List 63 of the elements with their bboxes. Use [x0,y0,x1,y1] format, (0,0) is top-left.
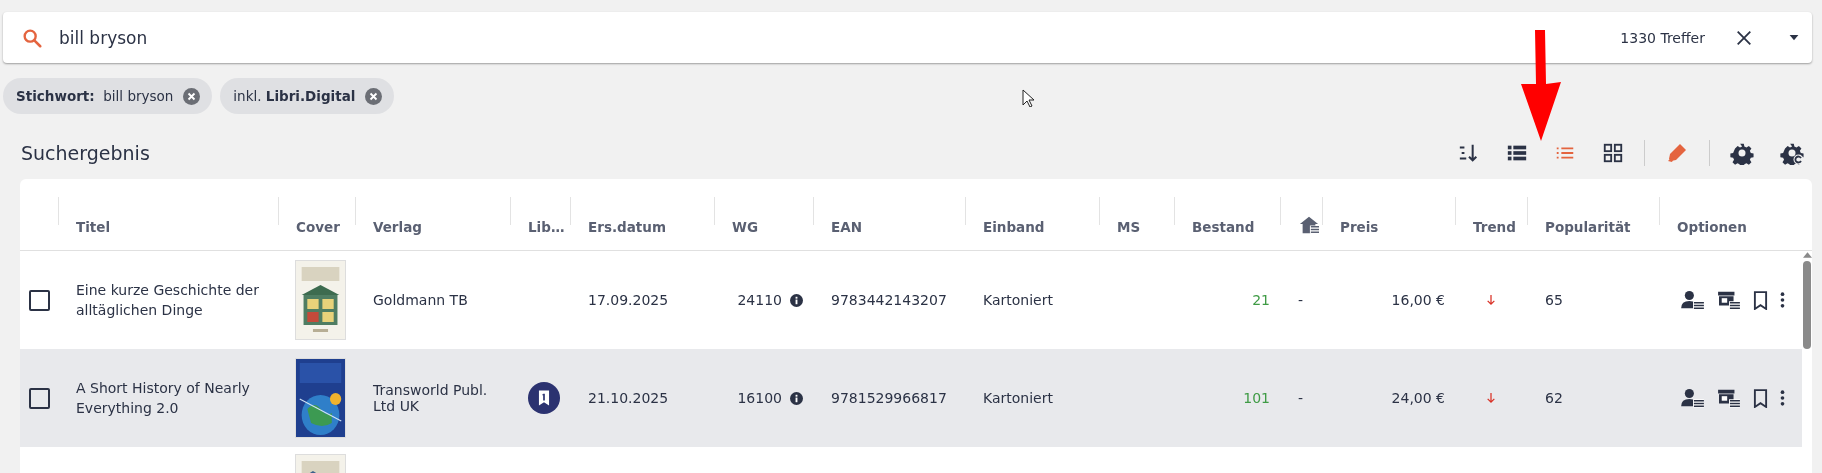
grid-view-icon [1602,142,1624,164]
stock-count: 21 [1252,292,1270,308]
column-header[interactable]: Ers.datum [588,219,666,235]
remove-icon[interactable] [183,87,201,105]
settings-icon [1730,141,1754,165]
release-date: 21.10.2025 [588,390,669,406]
ean-number: 9781529966817 [831,390,947,406]
popularity-score: 62 [1545,390,1563,406]
more-icon[interactable] [1780,291,1785,309]
store-stock: - [1298,292,1304,308]
search-field[interactable]: bill bryson 1330 Treffer [3,12,1812,63]
store-stock-icon [1298,215,1320,235]
book-title[interactable]: Eine kurze Geschichte der alltäglichen Dinge [76,279,268,321]
stock-count: 101 [1243,390,1270,406]
search-value: bill bryson [59,27,149,48]
column-header[interactable]: EAN [831,219,862,235]
info-icon[interactable] [790,391,803,405]
ean-number: 9783442143207 [831,292,947,308]
more-icon[interactable] [1780,389,1785,407]
column-header[interactable]: Einband [983,219,1045,235]
book-title[interactable]: A Short History of Nearly Everything 2.0 [76,377,268,419]
binding-type: Kartoniert [983,292,1053,308]
column-header[interactable]: Lib… [528,219,565,235]
close-icon[interactable] [1735,28,1753,47]
column-header[interactable]: Verlag [373,219,422,235]
store-stock: - [1298,390,1304,406]
price: 24,00 € [1391,390,1445,406]
column-header[interactable]: MS [1117,219,1141,235]
scroll-up-icon[interactable] [1802,252,1812,258]
filter-chip[interactable]: Stichwort: bill bryson [3,78,213,114]
filter-chip[interactable]: inkl. Libri.Digital [220,78,395,114]
column-header[interactable]: Preis [1340,219,1379,235]
store-list-icon[interactable] [1717,388,1741,408]
release-date: 17.09.2025 [588,292,669,308]
price: 16,00 € [1391,292,1445,308]
person-list-icon[interactable] [1681,388,1705,408]
caret-icon[interactable] [1788,34,1800,41]
settings-reset-icon [1780,141,1804,165]
person-list-icon[interactable] [1681,290,1705,310]
remove-icon[interactable] [365,87,383,105]
row-checkbox[interactable] [28,387,50,409]
store-list-icon[interactable] [1717,290,1741,310]
column-header[interactable]: Optionen [1677,219,1747,235]
section-title: Suchergebnis [21,142,150,164]
hit-count: 1330 Treffer [1620,29,1705,46]
binding-type: Kartoniert [983,390,1053,406]
sort-icon [1458,142,1480,164]
popularity-score: 65 [1545,292,1563,308]
cursor-icon [1022,89,1034,107]
column-header[interactable]: Titel [76,219,111,235]
bookmark-icon[interactable] [1753,290,1768,310]
product-group: 24110 [737,292,782,308]
product-group: 16100 [737,390,782,406]
column-header[interactable]: Popularität [1545,219,1631,235]
bookmark-icon[interactable] [1753,388,1768,408]
column-header[interactable]: Trend [1473,219,1516,235]
column-header[interactable]: Bestand [1192,219,1255,235]
publisher-name: Goldmann TB [373,292,468,308]
column-header[interactable]: WG [732,219,758,235]
info-icon[interactable] [790,293,803,307]
publisher-name: Transworld Publ. Ltd UK [373,382,489,414]
row-checkbox[interactable] [28,289,50,311]
column-header[interactable]: Cover [296,219,340,235]
